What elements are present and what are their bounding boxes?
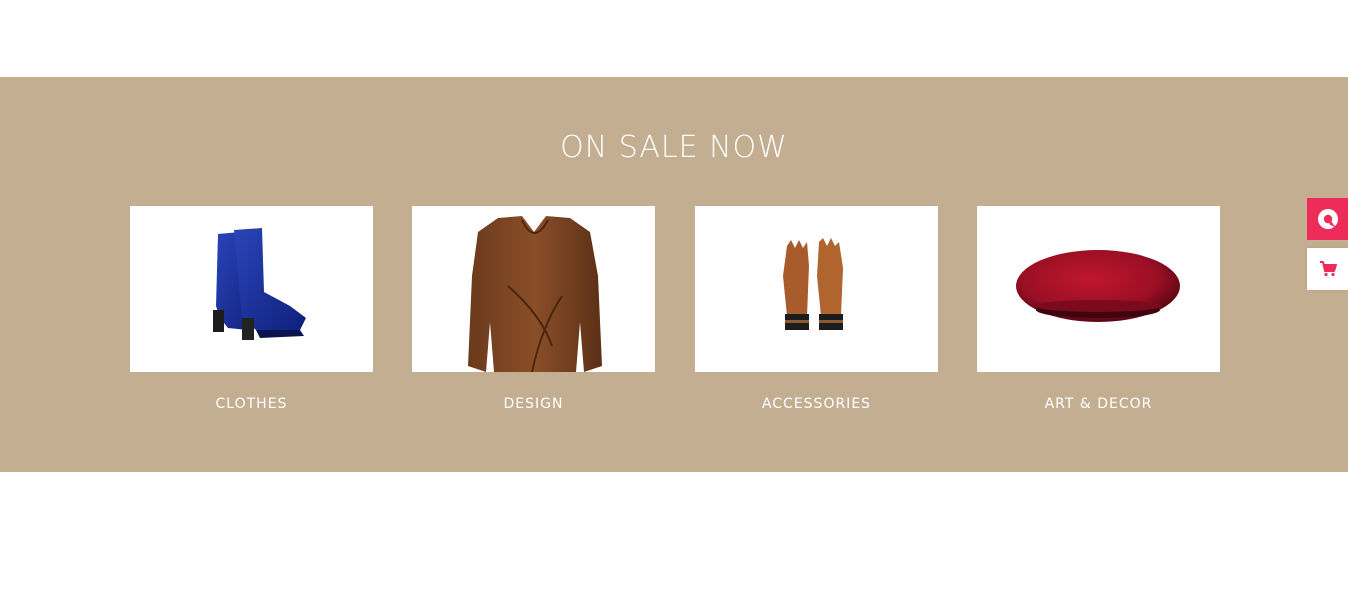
- category-image-gloves[interactable]: [695, 206, 938, 372]
- chat-icon: [1317, 209, 1338, 229]
- chat-button[interactable]: [1307, 198, 1348, 240]
- category-label[interactable]: CLOTHES: [130, 396, 373, 412]
- category-label[interactable]: DESIGN: [412, 396, 655, 412]
- category-image-boots[interactable]: [130, 206, 373, 372]
- category-card-accessories[interactable]: ACCESSORIES: [695, 206, 938, 412]
- category-label[interactable]: ART & DECOR: [977, 396, 1220, 412]
- category-image-beret[interactable]: [977, 206, 1220, 372]
- cart-button[interactable]: [1307, 248, 1348, 290]
- category-card-clothes[interactable]: CLOTHES: [130, 206, 373, 412]
- blue-boots-image: [213, 228, 306, 340]
- category-card-art-decor[interactable]: ART & DECOR: [977, 206, 1220, 412]
- side-tabs: [1307, 198, 1348, 290]
- category-image-dress[interactable]: [412, 206, 655, 372]
- category-card-design[interactable]: DESIGN: [412, 206, 655, 412]
- red-beret-image: [1016, 250, 1180, 322]
- brown-dress-image: [468, 216, 602, 372]
- cart-icon: [1319, 261, 1337, 277]
- brown-gloves-image: [783, 238, 843, 330]
- section-title: ON SALE NOW: [560, 130, 788, 165]
- category-label[interactable]: ACCESSORIES: [695, 396, 938, 412]
